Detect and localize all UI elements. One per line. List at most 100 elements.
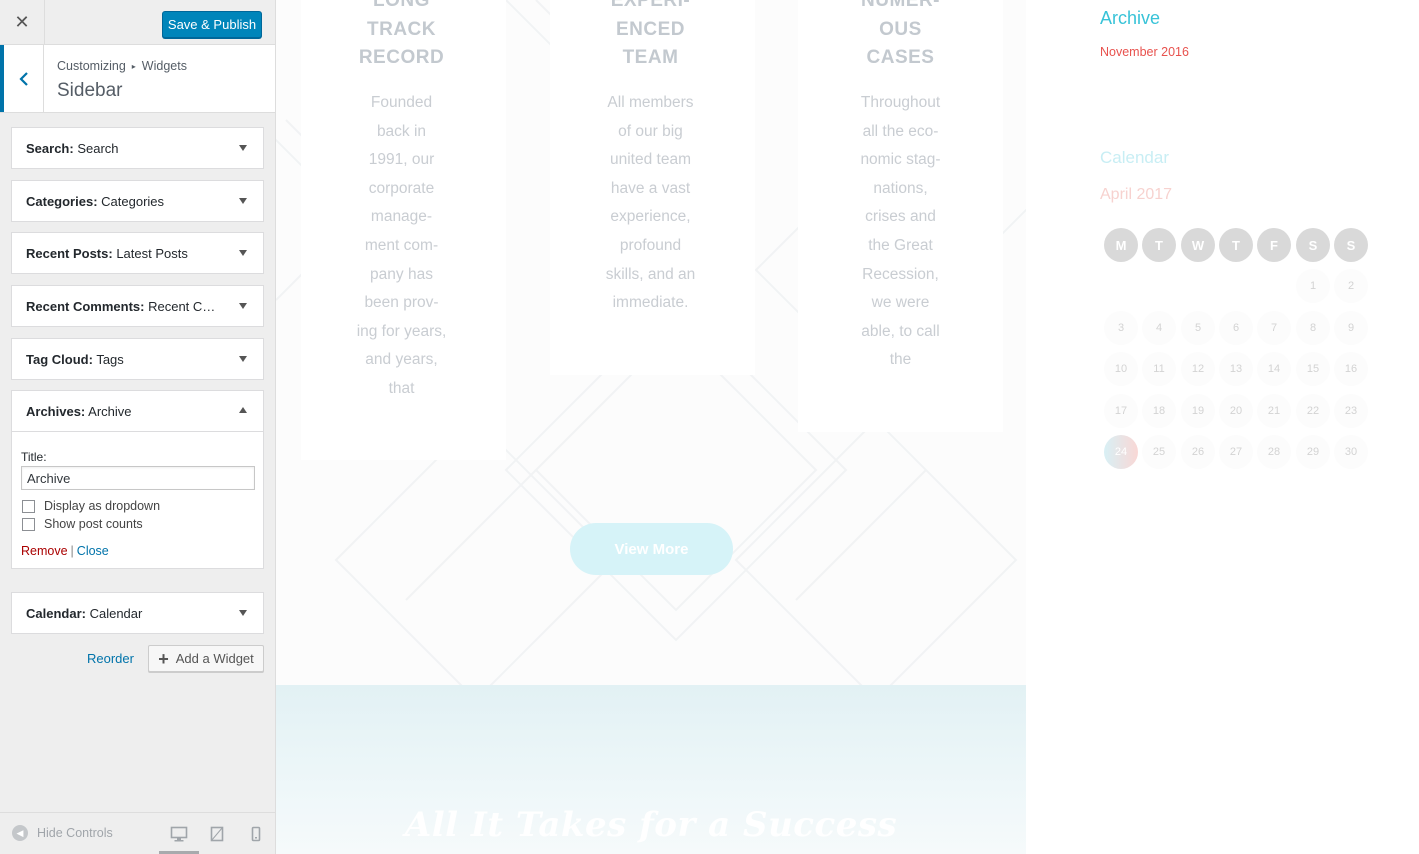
breadcrumb-separator: ▸	[131, 61, 136, 71]
view-more-button[interactable]: View More	[570, 523, 733, 575]
widget-type: Tag Cloud:	[26, 351, 93, 367]
feature-text-cases: Throughout all the eco- nomic stag- nati…	[860, 94, 941, 369]
calendar-day[interactable]: 4	[1142, 311, 1176, 345]
calendar-day[interactable]: 28	[1257, 435, 1291, 469]
widget-tag-cloud: Tag Cloud: Tags	[11, 338, 264, 380]
calendar-day[interactable]: 29	[1296, 435, 1330, 469]
calendar-day[interactable]: 25	[1142, 435, 1176, 469]
calendar-day[interactable]: 8	[1296, 311, 1330, 345]
caret-up-icon[interactable]	[239, 407, 247, 413]
calendar-day-today[interactable]: 24	[1104, 435, 1138, 469]
calendar-day[interactable]: 5	[1181, 311, 1215, 345]
widget-type: Search:	[26, 140, 74, 156]
calendar-day[interactable]: 12	[1181, 352, 1215, 386]
reorder-link[interactable]: Reorder	[87, 651, 134, 666]
weekday-thu: T	[1219, 228, 1253, 262]
remove-link[interactable]: Remove	[21, 544, 68, 558]
banner-heading: All It Takes for a Success	[404, 805, 898, 845]
widget-header[interactable]: Categories: Categories	[12, 181, 263, 221]
calendar-widget-title: Calendar	[1100, 148, 1169, 167]
calendar-day[interactable]: 19	[1181, 394, 1215, 428]
widget-recent-comments: Recent Comments: Recent Com...	[11, 285, 264, 327]
widget-actions: Remove | Close	[21, 544, 254, 558]
widget-header[interactable]: Calendar: Calendar	[12, 593, 263, 633]
widget-header[interactable]: Search: Search	[12, 128, 263, 168]
calendar-day[interactable]: 21	[1257, 394, 1291, 428]
calendar-day[interactable]: 15	[1296, 352, 1330, 386]
calendar-day[interactable]: 26	[1181, 435, 1215, 469]
weekday-tue: T	[1142, 228, 1176, 262]
section-title: Sidebar	[57, 80, 123, 101]
widget-type: Recent Posts:	[26, 245, 113, 261]
success-banner: All It Takes for a Success	[276, 685, 1026, 854]
calendar-day[interactable]: 14	[1257, 352, 1291, 386]
calendar-day[interactable]: 2	[1334, 269, 1368, 303]
widget-header[interactable]: Tag Cloud: Tags	[12, 339, 263, 379]
counts-checkbox[interactable]	[22, 517, 35, 531]
collapse-icon: ◀	[12, 825, 28, 841]
add-widget-label: Add a Widget	[175, 651, 254, 666]
calendar-month: April 2017	[1100, 186, 1173, 203]
customizer-footer: ◀ Hide Controls	[0, 812, 275, 854]
widget-header[interactable]: Recent Posts: Latest Posts	[12, 233, 263, 273]
calendar-day[interactable]: 22	[1296, 394, 1330, 428]
calendar-day[interactable]: 16	[1334, 352, 1368, 386]
close-link[interactable]: Close	[77, 544, 109, 558]
save-publish-button[interactable]: Save & Publish	[162, 11, 262, 38]
monitor-icon	[170, 826, 188, 842]
widget-title: Archive	[88, 403, 132, 419]
breadcrumb-customizing: Customizing	[57, 59, 126, 73]
widget-title: Latest Posts	[116, 245, 188, 261]
breadcrumb: Customizing ▸ Widgets	[57, 59, 187, 73]
tablet-preview-icon[interactable]	[207, 825, 227, 843]
widget-search: Search: Search	[11, 127, 264, 169]
add-widget-button[interactable]: + Add a Widget	[148, 645, 264, 672]
dropdown-checkbox[interactable]	[22, 499, 35, 513]
widget-title: Tags	[96, 351, 124, 367]
widget-archives: Archives: Archive Title: Display as drop…	[11, 390, 264, 569]
calendar-day[interactable]: 11	[1142, 352, 1176, 386]
calendar-day[interactable]: 30	[1334, 435, 1368, 469]
caret-down-icon[interactable]	[239, 356, 247, 362]
caret-down-icon[interactable]	[239, 610, 247, 616]
customizer-header: ✕ Save & Publish	[0, 0, 275, 45]
widget-type: Calendar:	[26, 605, 86, 621]
feature-text-team: All members of our big united team have …	[605, 94, 696, 312]
weekday-fri: F	[1257, 228, 1291, 262]
desktop-preview-icon[interactable]	[169, 825, 189, 843]
calendar-day[interactable]: 20	[1219, 394, 1253, 428]
widget-title: Calendar	[89, 605, 143, 621]
back-chevron-icon[interactable]	[0, 45, 44, 112]
archive-link[interactable]: November 2016	[1100, 45, 1189, 59]
calendar-day[interactable]: 9	[1334, 311, 1368, 345]
title-input[interactable]	[21, 466, 255, 490]
widget-form: Title: Display as dropdown Show post cou…	[12, 431, 263, 568]
calendar-day[interactable]: 13	[1219, 352, 1253, 386]
widget-calendar: Calendar: Calendar	[11, 592, 264, 634]
chevron-left-icon	[18, 71, 28, 86]
calendar-day[interactable]: 3	[1104, 311, 1138, 345]
calendar-day[interactable]: 27	[1219, 435, 1253, 469]
calendar-day[interactable]: 1	[1296, 269, 1330, 303]
caret-down-icon[interactable]	[239, 303, 247, 309]
widget-header[interactable]: Recent Comments: Recent Com...	[12, 286, 263, 326]
caret-down-icon[interactable]	[239, 198, 247, 204]
calendar-day[interactable]: 7	[1257, 311, 1291, 345]
calendar-day[interactable]: 23	[1334, 394, 1368, 428]
feature-title-team: EXPERI- ENCED TEAM	[610, 0, 691, 68]
calendar-day[interactable]: 6	[1219, 311, 1253, 345]
mobile-preview-icon[interactable]	[246, 825, 266, 843]
dropdown-label[interactable]: Display as dropdown	[44, 499, 160, 513]
caret-down-icon[interactable]	[239, 250, 247, 256]
counts-label[interactable]: Show post counts	[44, 517, 143, 531]
widget-header[interactable]: Archives: Archive	[12, 391, 263, 431]
close-icon[interactable]: ✕	[0, 0, 45, 45]
caret-down-icon[interactable]	[239, 145, 247, 151]
calendar-day[interactable]: 10	[1104, 352, 1138, 386]
calendar-day[interactable]: 17	[1104, 394, 1138, 428]
calendar-day[interactable]: 18	[1142, 394, 1176, 428]
widget-title: Recent Com...	[148, 298, 221, 314]
site-preview: LONG TRACK RECORD Founded back in 1991, …	[276, 0, 1419, 854]
plus-icon: +	[158, 648, 169, 669]
hide-controls-button[interactable]: ◀ Hide Controls	[12, 825, 113, 841]
